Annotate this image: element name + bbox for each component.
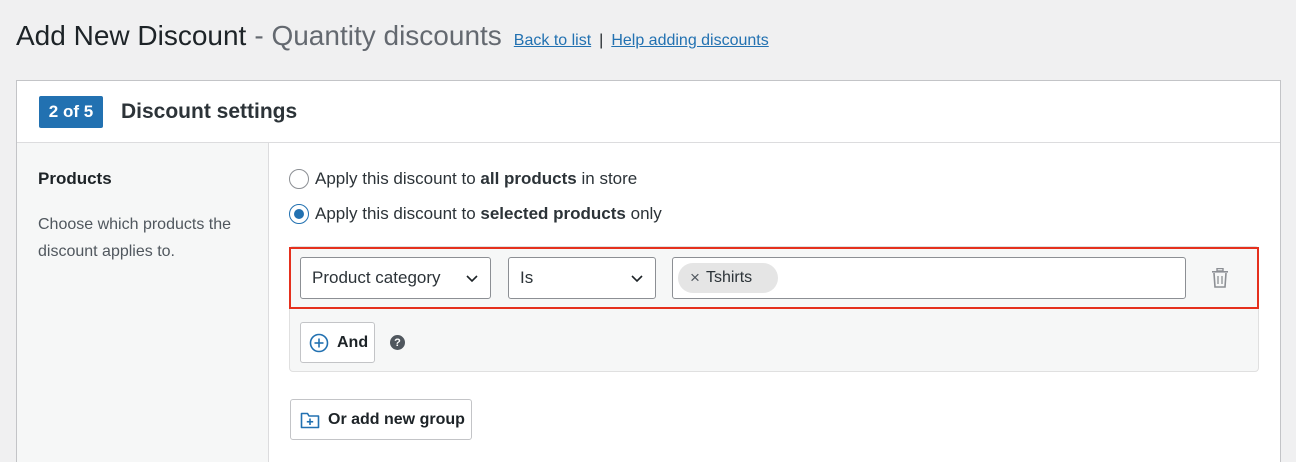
sidebar-title: Products (38, 169, 112, 188)
header-links: Back to list | Help adding discounts (514, 32, 769, 50)
or-add-new-group-button[interactable]: Or add new group (290, 399, 472, 440)
sidebar-description: Choose which products the discount appli… (38, 216, 231, 260)
remove-chip-icon[interactable]: × (690, 268, 700, 288)
and-button-label: And (337, 333, 369, 351)
chevron-down-icon (466, 275, 478, 283)
add-folder-icon (300, 412, 320, 428)
condition-values-input[interactable]: × Tshirts (672, 257, 1186, 299)
chevron-down-icon (631, 275, 643, 283)
radio-selected-products-bold: selected products (480, 204, 626, 223)
trash-icon[interactable] (1211, 268, 1229, 288)
discount-settings-card: 2 of 5 Discount settings Products Choose… (16, 80, 1281, 462)
back-to-list-link[interactable]: Back to list (514, 32, 591, 50)
radio-all-products-bold: all products (480, 169, 577, 188)
and-button[interactable]: And (300, 322, 375, 363)
page-title: Add New Discount (16, 20, 247, 51)
radio-selected-products-suffix: only (630, 204, 662, 223)
chip-label: Tshirts (705, 269, 753, 286)
card-header: 2 of 5 Discount settings (17, 81, 1280, 143)
condition-row: Product category Is × Tshirts (289, 247, 1259, 309)
page-subtitle: - Quantity discounts (254, 20, 502, 51)
help-adding-discounts-link[interactable]: Help adding discounts (611, 32, 768, 50)
radio-selected-products[interactable]: Apply this discount to selected products… (289, 204, 662, 224)
radio-all-products-circle[interactable] (289, 169, 309, 189)
condition-field-value: Product category (312, 268, 441, 287)
page-header: Add New Discount - Quantity discounts Ba… (16, 20, 769, 52)
value-chip-tshirts: × Tshirts (678, 263, 778, 293)
radio-all-products[interactable]: Apply this discount to all products in s… (289, 169, 637, 189)
or-add-new-group-label: Or add new group (328, 410, 465, 428)
card-body: Products Choose which products the disco… (17, 143, 1280, 462)
link-separator: | (599, 32, 604, 49)
radio-all-products-suffix: in store (581, 169, 638, 188)
condition-field-select[interactable]: Product category (300, 257, 491, 299)
section-title: Discount settings (121, 99, 298, 123)
condition-operator-select[interactable]: Is (508, 257, 656, 299)
products-sidebar: Products Choose which products the disco… (17, 143, 269, 462)
help-icon[interactable]: ? (390, 335, 405, 350)
step-badge: 2 of 5 (39, 95, 103, 128)
radio-all-products-prefix: Apply this discount to (315, 169, 476, 188)
condition-group: Product category Is × Tshirts And ? (289, 246, 1259, 372)
radio-selected-products-prefix: Apply this discount to (315, 204, 476, 223)
plus-circle-icon (309, 333, 329, 352)
radio-selected-products-circle[interactable] (289, 204, 309, 224)
condition-operator-value: Is (520, 268, 534, 287)
products-main: Apply this discount to all products in s… (269, 143, 1280, 462)
